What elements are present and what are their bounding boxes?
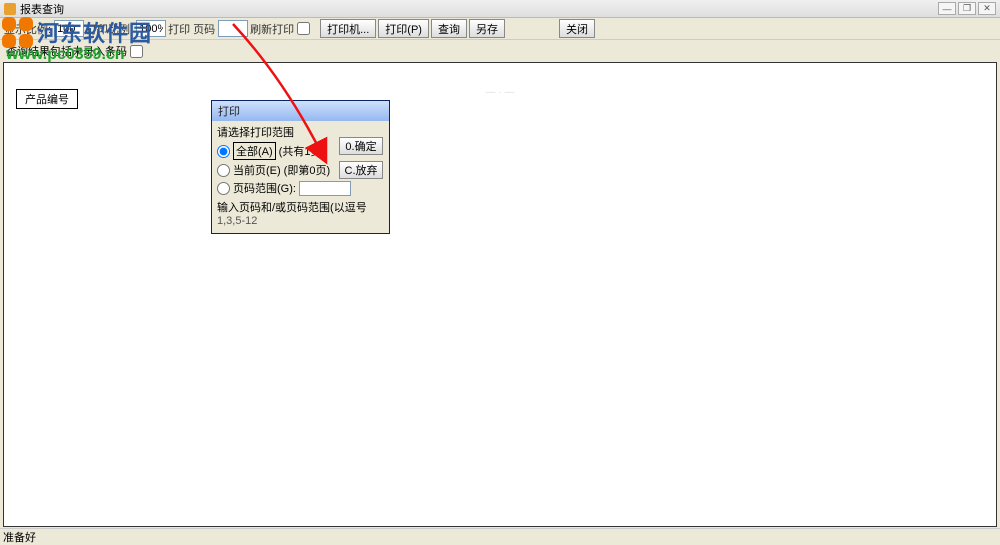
close-toolbar-button[interactable]: 关闭 [559,19,595,38]
query-button[interactable]: 查询 [431,19,467,38]
page-label: 页码 [193,21,215,37]
opt-all-suffix: (共有1页) [279,143,325,159]
include-unentered-label: 查询结果包括未录入条码 [6,43,127,59]
print-label: 打印 [168,21,190,37]
column-header-product-id: 产品编号 [16,89,78,109]
refresh-print-label: 刷新打印 [250,21,294,37]
toolbar: 显示比例: 打印比例: 打印 页码 刷新打印 打印机... 打印(P) 查询 另… [0,18,1000,40]
close-button[interactable]: ✕ [978,2,996,15]
status-text: 准备好 [3,532,36,544]
title-bar: 报表查询 — ❐ ✕ [0,0,1000,18]
zoom-ratio-label: 显示比例: [4,21,51,37]
radio-range[interactable] [217,182,230,195]
include-unentered-checkbox[interactable] [130,45,143,58]
report-canvas: 产品编号 — · — [3,62,997,527]
range-hint-line2: 1,3,5-12 [217,215,384,227]
window-title: 报表查询 [20,1,64,17]
page-input[interactable] [218,20,248,37]
status-bar: 准备好 [0,528,1000,541]
page-indicator: — · — [486,87,515,98]
print-ratio-input[interactable] [136,20,166,37]
dialog-ok-button[interactable]: 0.确定 [339,137,383,155]
page-range-input[interactable] [299,181,351,196]
print-ratio-label: 打印比例: [86,21,133,37]
printer-button[interactable]: 打印机... [320,19,376,38]
print-dialog: 打印 请选择打印范围 全部(A) (共有1页) 0.确定 当前页(E) (即第0… [211,100,390,234]
window-controls: — ❐ ✕ [938,2,996,15]
radio-all[interactable] [217,145,230,158]
opt-all-label: 全部(A) [233,142,276,160]
opt-current-suffix: (即第0页) [284,162,330,178]
print-dialog-title: 打印 [212,101,389,121]
opt-range-label: 页码范围(G): [233,180,296,196]
minimize-button[interactable]: — [938,2,956,15]
print-button[interactable]: 打印(P) [378,19,429,38]
saveas-button[interactable]: 另存 [469,19,505,38]
app-icon [4,3,16,15]
zoom-ratio-input[interactable] [54,20,84,37]
radio-current[interactable] [217,164,230,177]
refresh-print-checkbox[interactable] [297,22,310,35]
range-hint-line1: 输入页码和/或页码范围(以逗号 [217,199,384,215]
opt-current-label: 当前页(E) [233,162,281,178]
include-unentered-row: 查询结果包括未录入条码 [0,40,1000,62]
dialog-cancel-button[interactable]: C.放弃 [339,161,383,179]
maximize-button[interactable]: ❐ [958,2,976,15]
